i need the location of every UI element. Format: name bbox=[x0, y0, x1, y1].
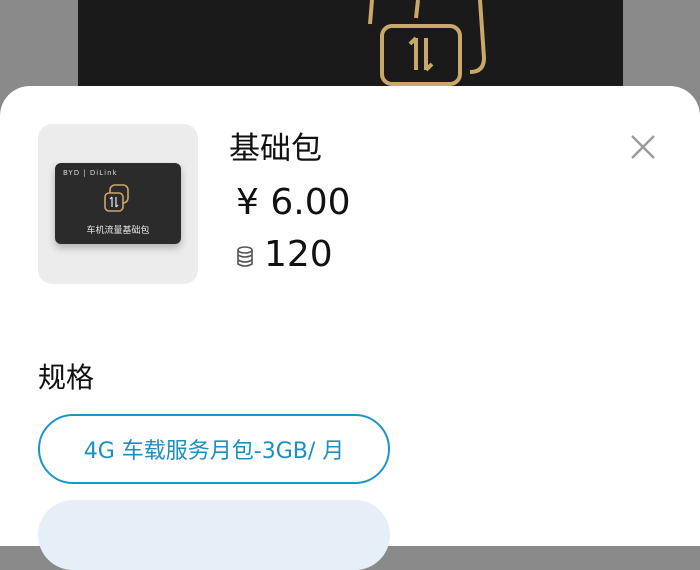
coin-stack-icon bbox=[237, 246, 253, 267]
product-title: 基础包 bbox=[229, 131, 322, 167]
spec-option-label: 4G 车载服务月包-3GB/ 月 bbox=[83, 439, 345, 464]
card-label: 车机流量基础包 bbox=[86, 226, 150, 236]
data-transfer-icon bbox=[104, 184, 129, 212]
spec-option-selected[interactable]: 4G 车载服务月包-3GB/ 月 bbox=[38, 414, 390, 484]
data-card-image: BYD | DiLink 车机流量基础包 bbox=[55, 163, 181, 244]
spec-option[interactable] bbox=[38, 500, 390, 570]
close-icon[interactable] bbox=[626, 130, 660, 164]
product-thumbnail: BYD | DiLink 车机流量基础包 bbox=[38, 124, 198, 284]
product-price: ¥ 6.00 bbox=[236, 182, 351, 223]
spec-heading: 规格 bbox=[38, 361, 95, 394]
data-transfer-icon bbox=[368, 0, 487, 86]
card-brand: BYD | DiLink bbox=[63, 169, 118, 177]
product-sheet: BYD | DiLink 车机流量基础包 基础包 ¥ 6.00 120 规格 4… bbox=[0, 86, 700, 570]
coin-amount: 120 bbox=[264, 234, 333, 275]
